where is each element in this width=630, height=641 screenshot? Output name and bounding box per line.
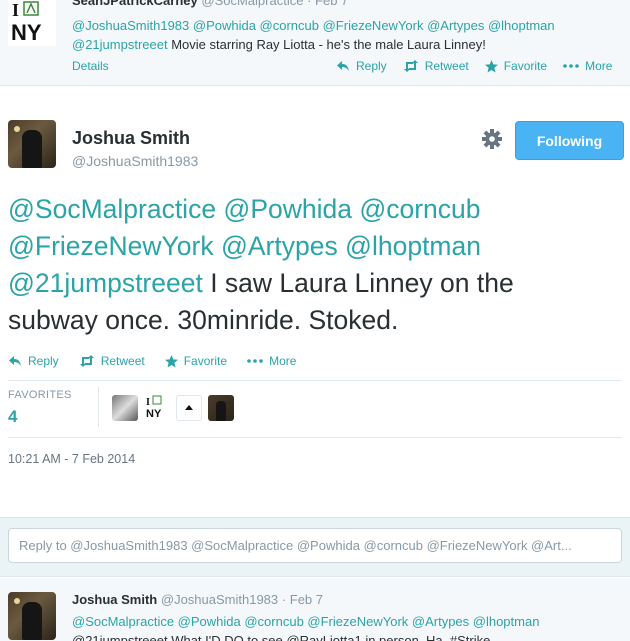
mentions-line-1[interactable]: @SocMalpractice @Powhida @corncub: [8, 194, 481, 224]
mention-line-3[interactable]: @21jumpstreeet: [8, 268, 203, 298]
author-name[interactable]: Joshua Smith: [72, 592, 157, 607]
gear-icon[interactable]: [481, 128, 503, 150]
avatar[interactable]: [8, 592, 56, 640]
caret-up-icon: [185, 405, 193, 410]
avatar[interactable]: [8, 120, 56, 168]
favoriter-avatar[interactable]: [208, 395, 234, 421]
favorites-count[interactable]: 4: [8, 407, 17, 427]
tweet-text: @JoshuaSmith1983 @Powhida @corncub @Frie…: [72, 16, 622, 54]
retweet-button[interactable]: Retweet: [403, 59, 469, 73]
tweet-header: Joshua Smith @JoshuaSmith1983 · Feb 7: [72, 592, 323, 607]
svg-text:NY: NY: [146, 408, 162, 420]
tweet-time[interactable]: Feb 7: [290, 592, 323, 607]
svg-text:NY: NY: [11, 20, 42, 45]
more-icon: [247, 359, 263, 363]
more-button[interactable]: More: [247, 354, 296, 368]
reply-tweet: Joshua Smith @JoshuaSmith1983 · Feb 7 @S…: [0, 578, 630, 641]
mentions[interactable]: @JoshuaSmith1983 @Powhida @corncub @Frie…: [72, 18, 555, 33]
author-handle[interactable]: @JoshuaSmith1983: [161, 592, 278, 607]
previous-tweet: I NY SeanJPatrickCarney @SocMalpractice …: [0, 0, 630, 86]
mentions[interactable]: @SocMalpractice @Powhida @corncub @Friez…: [72, 614, 539, 629]
permalink-tweet: Joshua Smith @JoshuaSmith1983 Following …: [0, 87, 630, 517]
author-handle[interactable]: @JoshuaSmith1983: [72, 153, 198, 169]
tweet-time[interactable]: Feb 7: [315, 0, 348, 8]
favoriter-avatar[interactable]: [176, 395, 202, 421]
divider: [8, 380, 622, 381]
favorite-button[interactable]: Favorite: [484, 59, 547, 73]
tweet-actions: Reply Retweet Favorite More: [336, 59, 612, 73]
mention[interactable]: @21jumpstreeet: [72, 37, 168, 52]
reply-input[interactable]: Reply to @JoshuaSmith1983 @SocMalpractic…: [8, 528, 622, 563]
svg-text:I: I: [12, 0, 19, 20]
divider: [98, 387, 99, 427]
tweet-text-rest: Movie starring Ray Liotta - he's the mal…: [167, 37, 486, 52]
favoriter-avatar[interactable]: [112, 395, 138, 421]
favoriter-avatar-ny[interactable]: I NY: [144, 395, 170, 421]
tweet-actions: Reply Retweet Favorite More: [8, 354, 296, 368]
tweet-header: SeanJPatrickCarney @SocMalpractice · Feb…: [72, 0, 348, 8]
avatar-ny[interactable]: I NY: [8, 0, 56, 46]
reply-button[interactable]: Reply: [336, 59, 387, 73]
favorite-icon: [484, 59, 498, 72]
retweet-icon: [403, 60, 418, 72]
more-icon: [563, 64, 579, 68]
tweet-text: @SocMalpractice @Powhida @corncub @Friez…: [8, 191, 618, 339]
tweet-text-line-4: subway once. 30minride. Stoked.: [8, 305, 399, 335]
favorite-icon: [164, 354, 178, 367]
retweet-button[interactable]: Retweet: [79, 354, 145, 368]
retweet-icon: [79, 355, 94, 367]
tweet-text-line-3: I saw Laura Linney on the: [202, 268, 514, 298]
author-name[interactable]: SeanJPatrickCarney: [72, 0, 198, 8]
reply-icon: [9, 356, 21, 366]
svg-text:I: I: [146, 397, 150, 408]
favorites-label: FAVORITES: [8, 389, 72, 401]
author-name[interactable]: Joshua Smith: [72, 128, 190, 149]
tweet-text-line-2: @21jumpstreeet What I'D DO to see @RayLi…: [72, 633, 491, 641]
favorite-button[interactable]: Favorite: [164, 354, 227, 368]
author-handle[interactable]: @SocMalpractice: [201, 0, 303, 8]
details-link[interactable]: Details: [72, 59, 109, 73]
reply-area: Reply to @JoshuaSmith1983 @SocMalpractic…: [0, 517, 630, 577]
reply-button[interactable]: Reply: [8, 354, 59, 368]
divider: [8, 437, 622, 438]
tweet-timestamp[interactable]: 10:21 AM - 7 Feb 2014: [8, 452, 135, 466]
mentions-line-2[interactable]: @FriezeNewYork @Artypes @lhoptman: [8, 231, 481, 261]
reply-icon: [337, 61, 349, 71]
more-button[interactable]: More: [563, 59, 612, 73]
following-button[interactable]: Following: [515, 121, 624, 160]
tweet-text: @SocMalpractice @Powhida @corncub @Friez…: [72, 612, 622, 641]
